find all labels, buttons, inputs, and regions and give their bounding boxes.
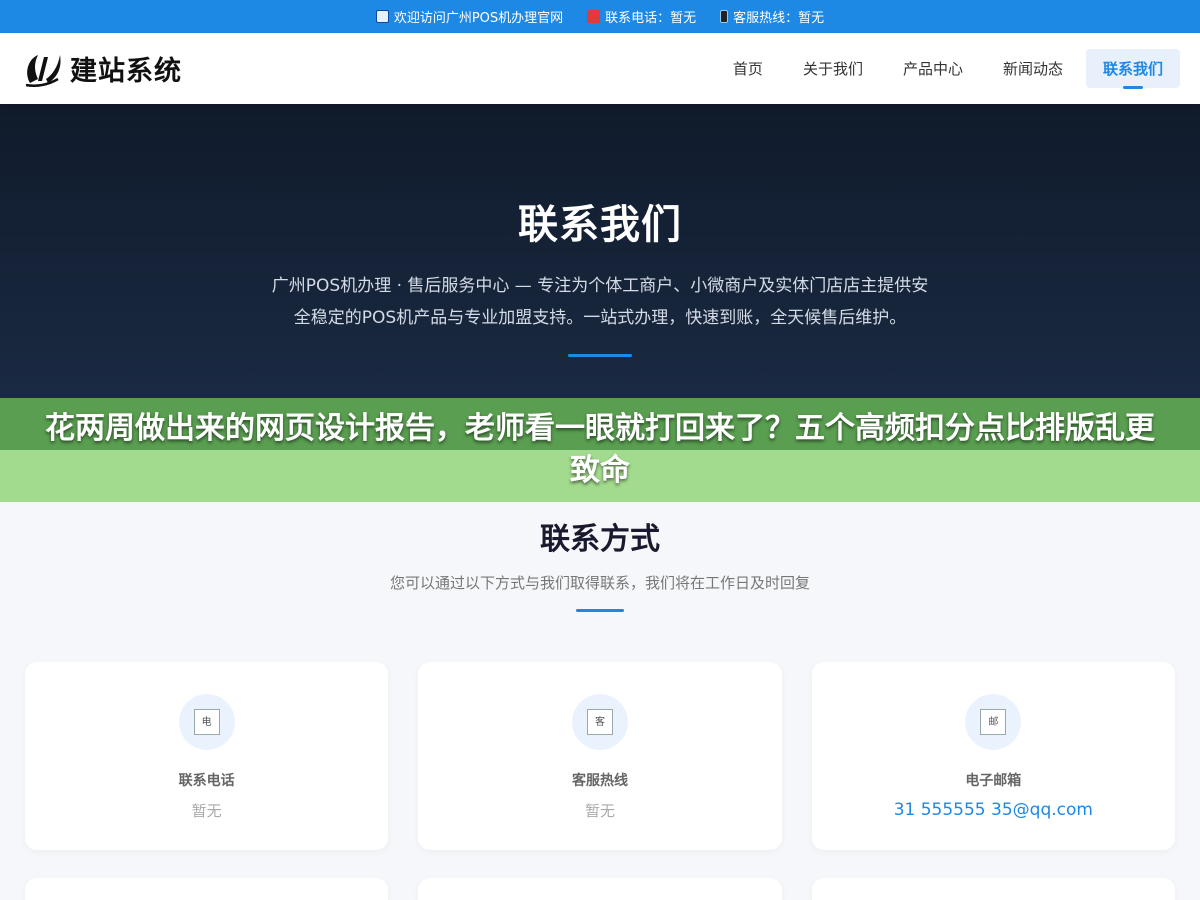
hotline-text: 客服热线：暂无 — [733, 11, 825, 26]
email-icon-circle: 邮 — [965, 694, 1022, 750]
phone-image-icon: 电 — [193, 709, 220, 735]
nav-news[interactable]: 新闻动态 — [986, 49, 1080, 88]
phone-icon — [587, 10, 601, 23]
contact-underline — [576, 609, 624, 612]
card-label: 电子邮箱 — [965, 773, 1022, 789]
site-logo[interactable]: 建站系统 — [22, 49, 182, 89]
hero-section: 联系我们 广州POS机办理 · 售后服务中心 — 专注为个体工商户、小微商户及实… — [0, 104, 1200, 398]
nav-about[interactable]: 关于我们 — [786, 49, 880, 88]
contact-card-hotline: 客 客服热线 暂无 — [418, 662, 782, 850]
top-info-bar: 欢迎访问广州POS机办理官网 联系电话：暂无 客服热线：暂无 — [0, 0, 1200, 33]
overlay-banner: 花两周做出来的网页设计报告，老师看一眼就打回来了？五个高频扣分点比排版乱更致命 — [0, 398, 1200, 502]
nav-contact[interactable]: 联系我们 — [1085, 49, 1180, 89]
mobile-icon — [720, 10, 729, 23]
phone-icon-circle: 电 — [178, 694, 235, 750]
card-label: 客服热线 — [571, 773, 628, 789]
hotline-item: 客服热线：暂无 — [720, 7, 824, 26]
email-link[interactable]: 31 555555 35@qq.com — [812, 800, 1175, 820]
contact-card-phone: 电 联系电话 暂无 — [25, 662, 389, 850]
contact-cards: 电 联系电话 暂无 客 客服热线 暂无 邮 电子邮箱 31 555555 35@… — [0, 662, 1200, 850]
nav-products[interactable]: 产品中心 — [886, 49, 980, 88]
website-icon — [375, 10, 389, 23]
card-value: 暂无 — [584, 802, 615, 820]
contact-card-placeholder — [25, 878, 389, 900]
logo-text: 建站系统 — [70, 56, 182, 87]
email-image-icon: 邮 — [980, 709, 1007, 735]
contact-subtitle: 您可以通过以下方式与我们取得联系，我们将在工作日及时回复 — [389, 574, 810, 592]
hotline-image-icon: 客 — [586, 709, 613, 735]
card-label: 联系电话 — [178, 773, 235, 789]
phone-item: 联系电话：暂无 — [587, 7, 696, 26]
nav-home[interactable]: 首页 — [716, 49, 780, 88]
contact-card-email: 邮 电子邮箱 31 555555 35@qq.com — [811, 662, 1175, 850]
hero-description: 广州POS机办理 · 售后服务中心 — 专注为个体工商户、小微商户及实体门店店主… — [271, 276, 929, 328]
main-nav: 首页 关于我们 产品中心 新闻动态 联系我们 — [716, 49, 1180, 89]
hero-title: 联系我们 — [518, 202, 682, 248]
welcome-text: 欢迎访问广州POS机办理官网 — [393, 11, 564, 26]
contact-card-placeholder — [811, 878, 1175, 900]
logo-mark-icon — [25, 54, 61, 87]
contact-cards-row-2 — [0, 878, 1200, 900]
hotline-icon-circle: 客 — [571, 694, 628, 750]
hero-underline — [568, 354, 632, 357]
welcome-item: 欢迎访问广州POS机办理官网 — [375, 7, 564, 26]
phone-text: 联系电话：暂无 — [605, 11, 697, 26]
contact-card-placeholder — [418, 878, 782, 900]
banner-headline: 花两周做出来的网页设计报告，老师看一眼就打回来了？五个高频扣分点比排版乱更致命 — [45, 411, 1155, 488]
contact-title: 联系方式 — [540, 522, 660, 557]
site-header: 建站系统 首页 关于我们 产品中心 新闻动态 联系我们 — [0, 33, 1200, 104]
card-value: 暂无 — [191, 802, 222, 820]
